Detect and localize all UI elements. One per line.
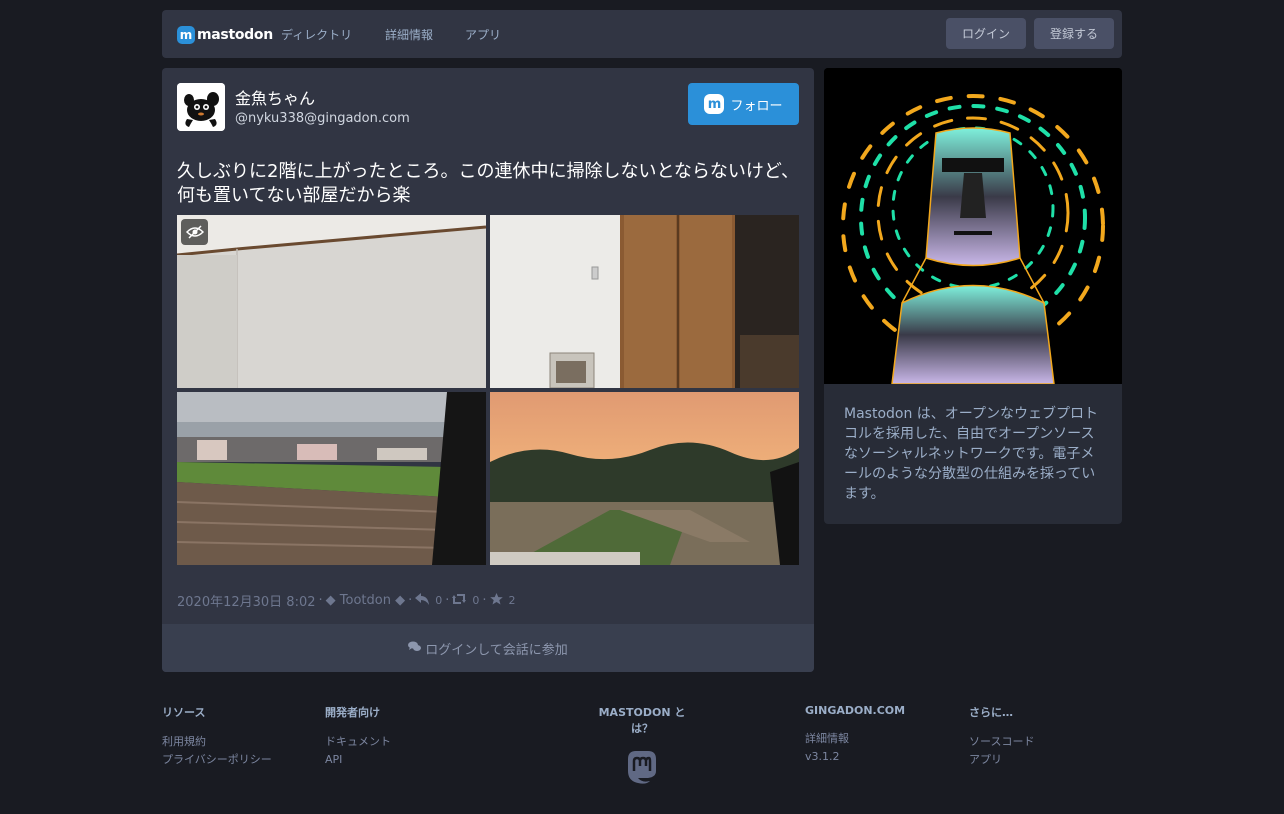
footer-column-developers: 開発者向け ドキュメント API	[325, 704, 391, 769]
mastodon-logo[interactable]: m mastodon	[177, 24, 273, 46]
comments-icon	[408, 641, 422, 656]
footer-column-instance: GINGADON.COM 詳細情報 v3.1.2	[805, 704, 905, 766]
star-icon[interactable]	[489, 592, 503, 609]
media-thumbnail-sunset[interactable]	[490, 392, 799, 565]
status-meta: 2020年12月30日 8:02 · ◆ Tootdon ◆ · 0 · 0 ·…	[177, 591, 516, 610]
nav-link-apps[interactable]: アプリ	[465, 26, 501, 43]
mastodon-icon: m	[704, 94, 725, 114]
boost-icon[interactable]	[452, 593, 467, 609]
footer-link-privacy[interactable]: プライバシーポリシー	[162, 751, 272, 769]
media-thumbnail-room-corner[interactable]	[177, 215, 486, 388]
boost-count: 0	[472, 594, 480, 607]
footer-link-terms[interactable]: 利用規約	[162, 733, 272, 751]
follow-label: フォロー	[730, 98, 783, 114]
moai-hero-illustration	[824, 68, 1122, 385]
login-to-join-conversation[interactable]: ログインして会話に参加	[162, 624, 814, 672]
media-gallery	[177, 215, 799, 565]
footer-heading-what-is: MASTODON とは？	[598, 706, 686, 735]
login-button[interactable]: ログイン	[946, 18, 1026, 49]
register-button[interactable]: 登録する	[1034, 18, 1114, 49]
nav-link-about[interactable]: 詳細情報	[385, 26, 433, 43]
mastodon-logo-icon[interactable]	[624, 749, 660, 785]
display-name[interactable]: 金魚ちゃん	[235, 85, 315, 109]
footer-column-more: さらに… ソースコード アプリ	[969, 704, 1034, 769]
status-application[interactable]: ◆ Tootdon ◆	[326, 593, 405, 608]
status-content: 久しぶりに2階に上がったところ。この連休中に掃除しないとならないけど、何も置いて…	[177, 161, 800, 206]
reply-icon[interactable]	[415, 592, 430, 609]
footer-link-version[interactable]: v3.1.2	[805, 748, 905, 766]
about-description: Mastodon は、オープンなウェブプロトコルを採用した、自由でオープンソース…	[844, 406, 1098, 502]
mastodon-logo-icon: m	[177, 26, 195, 44]
favourite-count: 2	[508, 594, 516, 607]
about-panel: Mastodon は、オープンなウェブプロトコルを採用した、自由でオープンソース…	[824, 68, 1122, 524]
footer-heading-instance: GINGADON.COM	[805, 704, 906, 717]
footer-link-api[interactable]: API	[325, 751, 391, 769]
account-handle[interactable]: @nyku338@gingadon.com	[235, 111, 410, 126]
footer-heading-developers: 開発者向け	[325, 706, 380, 719]
footer-column-what-is: MASTODON とは？	[590, 704, 694, 785]
footer-link-apps[interactable]: アプリ	[969, 751, 1034, 769]
status-card: 金魚ちゃん @nyku338@gingadon.com m フォロー 久しぶりに…	[162, 68, 814, 672]
goldfish-avatar-image	[177, 83, 225, 131]
avatar[interactable]	[177, 83, 225, 131]
hide-media-icon[interactable]	[181, 219, 208, 245]
nav-link-directory[interactable]: ディレクトリ	[281, 26, 352, 43]
footer-heading-more: さらに…	[969, 706, 1013, 719]
footer-link-docs[interactable]: ドキュメント	[325, 733, 391, 751]
media-thumbnail-closet[interactable]	[490, 215, 799, 388]
status-timestamp[interactable]: 2020年12月30日 8:02	[177, 591, 316, 610]
footer-link-about[interactable]: 詳細情報	[805, 730, 905, 748]
media-thumbnail-field-houses[interactable]	[177, 392, 486, 565]
footer-column-resources: リソース 利用規約 プライバシーポリシー	[162, 704, 272, 769]
top-navigation-bar: m mastodon ディレクトリ 詳細情報 アプリ ログイン 登録する	[162, 10, 1122, 58]
follow-button[interactable]: m フォロー	[688, 83, 799, 125]
join-conversation-label: ログインして会話に参加	[425, 642, 568, 658]
footer-link-source-code[interactable]: ソースコード	[969, 733, 1034, 751]
logo-wordmark: mastodon	[197, 27, 273, 43]
reply-count: 0	[435, 594, 443, 607]
footer-heading-resources: リソース	[162, 706, 206, 719]
